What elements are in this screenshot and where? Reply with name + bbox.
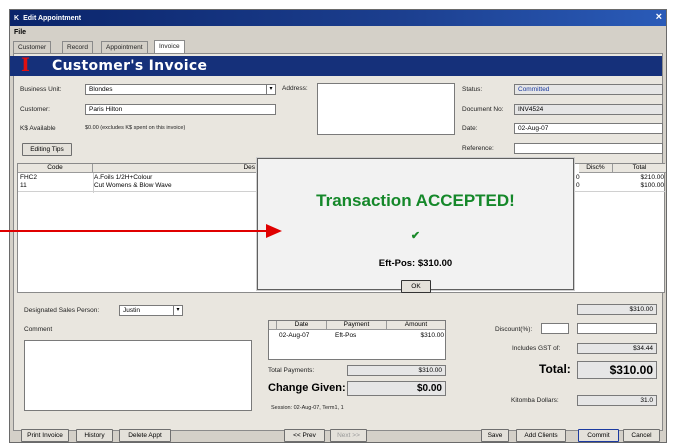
- gst-label: Includes GST of:: [512, 345, 561, 352]
- comment-field[interactable]: [24, 340, 252, 411]
- banner-title: Customer's Invoice: [52, 58, 208, 74]
- subtotal-field: $310.00: [577, 304, 657, 315]
- row2-total: $100.00: [640, 182, 665, 189]
- payment-type: Eft-Pos: [335, 332, 357, 339]
- gst-field: $34.44: [577, 343, 657, 354]
- next-button[interactable]: Next >>: [330, 429, 367, 442]
- total-label: Total:: [539, 362, 571, 376]
- cancel-button[interactable]: Cancel: [623, 429, 660, 442]
- payments-row-marker: [269, 321, 277, 330]
- payments-col-payment[interactable]: Payment: [327, 321, 387, 330]
- row2-code: 11: [20, 182, 27, 189]
- reference-label: Reference:: [462, 145, 494, 152]
- add-clients-button[interactable]: Add Clients: [516, 429, 566, 442]
- status-field: Committed: [514, 84, 663, 95]
- col-total-header[interactable]: Total: [613, 164, 666, 173]
- discount-amount-field[interactable]: [577, 323, 657, 334]
- row1-disc: 0: [576, 174, 580, 181]
- commit-button[interactable]: Commit: [578, 429, 619, 442]
- date-field[interactable]: 02-Aug-07: [514, 123, 663, 134]
- grid-divider: [93, 173, 94, 193]
- delete-appt-button[interactable]: Delete Appt: [119, 429, 171, 442]
- discount-percent-field[interactable]: [541, 323, 569, 334]
- comment-label: Comment: [24, 326, 53, 333]
- discount-label: Discount(%):: [495, 326, 533, 333]
- tab-appointment[interactable]: Appointment: [101, 41, 148, 53]
- tab-record[interactable]: Record: [62, 41, 93, 53]
- menu-file[interactable]: File: [14, 29, 26, 36]
- row1-desc: A.Foils 1/2H+Colour: [94, 174, 153, 181]
- history-button[interactable]: History: [76, 429, 113, 442]
- ok-button[interactable]: OK: [401, 280, 431, 293]
- date-label: Date:: [462, 125, 478, 132]
- ks-available-value: $0.00 (excludes K$ spent on this invoice…: [85, 125, 186, 131]
- tab-invoice[interactable]: Invoice: [154, 40, 185, 53]
- kitomba-dollars-label: Kitomba Dollars:: [511, 397, 559, 404]
- print-invoice-button[interactable]: Print Invoice: [21, 429, 69, 442]
- close-icon[interactable]: ×: [656, 11, 662, 23]
- menu-bar: File: [10, 27, 666, 38]
- address-label: Address:: [282, 85, 308, 92]
- sales-person-value: Justin: [123, 307, 140, 314]
- app-logo-icon: K: [14, 14, 20, 22]
- row2-desc: Cut Womens & Blow Wave: [94, 182, 172, 189]
- save-button[interactable]: Save: [481, 429, 509, 442]
- document-label: Document No:: [462, 106, 504, 113]
- payments-col-date[interactable]: Date: [277, 321, 327, 330]
- customer-field[interactable]: Paris Hilton: [85, 104, 276, 115]
- payments-col-amount[interactable]: Amount: [387, 321, 445, 330]
- row1-total: $210.00: [640, 174, 665, 181]
- row1-code: FHC2: [20, 174, 37, 181]
- session-info: Session: 02-Aug-07, Term1, 1: [271, 405, 344, 411]
- chevron-down-icon[interactable]: ▾: [266, 85, 275, 94]
- invoice-banner: I Customer's Invoice: [10, 54, 662, 76]
- invoice-logo-icon: I: [21, 54, 30, 76]
- arrow-head: [266, 224, 282, 238]
- prev-button[interactable]: << Prev: [284, 429, 325, 442]
- red-arrow-annotation: [0, 224, 282, 238]
- total-payments-label: Total Payments:: [268, 367, 315, 374]
- tab-customer[interactable]: Customer: [13, 41, 52, 53]
- document-field: INV4524: [514, 104, 663, 115]
- change-given-label: Change Given:: [268, 382, 346, 394]
- col-disc-header[interactable]: Disc%: [579, 164, 613, 173]
- address-field[interactable]: [317, 83, 455, 135]
- change-given-field: $0.00: [347, 381, 446, 396]
- col-desc-header[interactable]: Des: [93, 164, 258, 173]
- status-label: Status:: [462, 86, 483, 93]
- business-unit-select[interactable]: Blondes ▾: [85, 84, 276, 95]
- payments-table[interactable]: Date Payment Amount 02-Aug-07 Eft-Pos $3…: [268, 320, 446, 360]
- customer-label: Customer:: [20, 106, 50, 113]
- sales-person-label: Designated Sales Person:: [24, 307, 100, 314]
- total-field: $310.00: [577, 361, 657, 379]
- payment-date: 02-Aug-07: [279, 332, 310, 339]
- window-titlebar: K Edit Appointment: [10, 10, 666, 26]
- payment-amount: $310.00: [420, 332, 445, 339]
- editing-tips-button[interactable]: Editing Tips: [22, 143, 72, 156]
- total-payments-field: $310.00: [347, 365, 446, 376]
- ks-available-label: K$ Available: [20, 125, 56, 132]
- window-title: Edit Appointment: [23, 14, 82, 22]
- reference-field[interactable]: [514, 143, 663, 154]
- kitomba-dollars-field: 31.0: [577, 395, 657, 406]
- sales-person-select[interactable]: Justin ▾: [119, 305, 183, 316]
- business-unit-value: Blondes: [89, 86, 113, 93]
- transaction-dialog: Transaction ACCEPTED! ✔ Eft-Pos: $310.00…: [257, 158, 574, 293]
- eft-pos-amount: Eft-Pos: $310.00: [378, 258, 453, 269]
- transaction-accepted-title: Transaction ACCEPTED!: [316, 191, 515, 210]
- row2-disc: 0: [576, 182, 580, 189]
- chevron-down-icon[interactable]: ▾: [173, 306, 182, 315]
- checkmark-icon: ✔: [410, 230, 421, 242]
- business-unit-label: Business Unit:: [20, 86, 62, 93]
- col-code-header[interactable]: Code: [18, 164, 93, 173]
